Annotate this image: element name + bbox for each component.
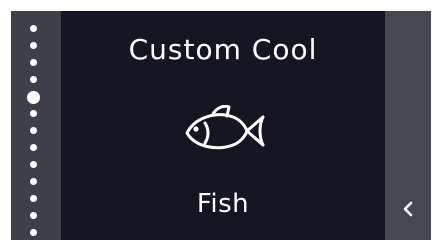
page-dot[interactable] xyxy=(30,76,37,83)
fish-icon xyxy=(185,105,265,150)
page-dot[interactable] xyxy=(30,229,37,236)
page-dot[interactable] xyxy=(30,212,37,219)
chevron-left-icon xyxy=(403,201,413,217)
page-dot-active[interactable] xyxy=(27,91,40,104)
page-dot[interactable] xyxy=(30,110,37,117)
back-button[interactable] xyxy=(385,191,431,227)
page-dot[interactable] xyxy=(30,42,37,49)
page-indicator[interactable] xyxy=(11,11,61,240)
page-dot[interactable] xyxy=(30,25,37,32)
mode-panel[interactable]: Custom Cool Fish xyxy=(61,11,385,240)
device-screen: Custom Cool Fish xyxy=(11,11,431,240)
screen-title: Custom Cool xyxy=(128,33,318,66)
page-dot[interactable] xyxy=(30,127,37,134)
page-dot[interactable] xyxy=(30,195,37,202)
side-panel xyxy=(385,11,431,240)
page-dot[interactable] xyxy=(30,59,37,66)
page-dot[interactable] xyxy=(30,161,37,168)
mode-label: Fish xyxy=(196,189,250,219)
page-dot[interactable] xyxy=(30,144,37,151)
page-dot[interactable] xyxy=(30,178,37,185)
